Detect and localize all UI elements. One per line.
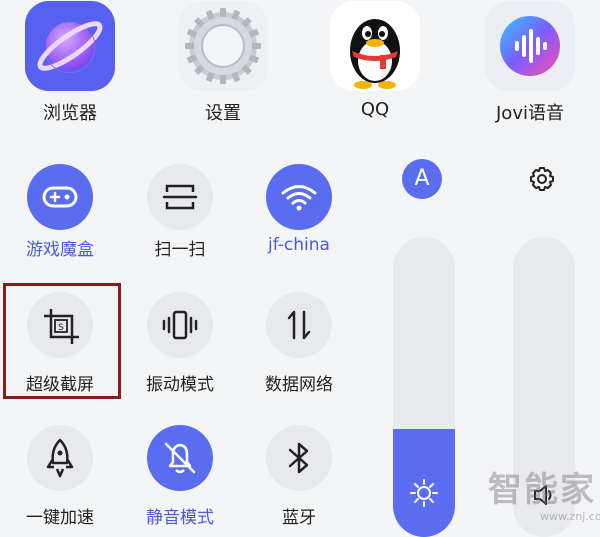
jovi-app-icon[interactable] [485, 1, 575, 91]
game-box-toggle[interactable] [27, 164, 93, 230]
silent-mode-toggle[interactable] [147, 425, 213, 491]
speed-boost-toggle[interactable] [27, 425, 93, 491]
settings-app-label: 设置 [205, 103, 241, 124]
qq-app-icon[interactable] [330, 1, 420, 91]
browser-planet-icon [25, 1, 115, 91]
rocket-icon [46, 438, 74, 478]
bell-off-icon [164, 442, 196, 474]
auto-brightness-label: A [414, 166, 430, 191]
vibrate-toggle[interactable] [147, 292, 213, 358]
wifi-icon [281, 185, 317, 211]
settings-gear-icon [185, 8, 261, 84]
brightness-slider[interactable] [393, 237, 455, 537]
auto-brightness-button[interactable]: A [402, 159, 442, 199]
qq-penguin-icon [350, 19, 400, 89]
scan-icon [162, 184, 198, 210]
bluetooth-toggle[interactable] [266, 425, 332, 491]
gamepad-icon [42, 186, 78, 208]
bluetooth-icon [288, 442, 309, 474]
wifi-label: jf-china [268, 235, 330, 255]
bluetooth-label: 蓝牙 [282, 508, 316, 528]
settings-app-icon[interactable] [178, 1, 268, 91]
wifi-toggle[interactable] [266, 164, 332, 230]
browser-app-icon[interactable] [25, 1, 115, 91]
scan-toggle[interactable] [147, 164, 213, 230]
mobile-data-toggle[interactable] [266, 292, 332, 358]
mobile-data-label: 数据网络 [265, 375, 333, 395]
vibrate-icon [162, 310, 198, 340]
sun-icon [410, 479, 438, 507]
super-screenshot-toggle[interactable]: S [27, 292, 93, 358]
svg-text:S: S [58, 323, 64, 333]
jovi-app-label: Jovi语音 [496, 103, 564, 124]
volume-settings-button[interactable] [522, 159, 562, 199]
mobile-data-icon [287, 310, 311, 340]
browser-app-label: 浏览器 [43, 103, 97, 124]
qq-app-label: QQ [360, 99, 390, 120]
watermark-text: 智能家 [488, 470, 596, 510]
crop-screenshot-icon: S [44, 309, 79, 344]
jovi-voice-icon [500, 16, 560, 76]
watermark-url: www.znj.com [540, 510, 600, 523]
gear-icon [530, 167, 554, 191]
